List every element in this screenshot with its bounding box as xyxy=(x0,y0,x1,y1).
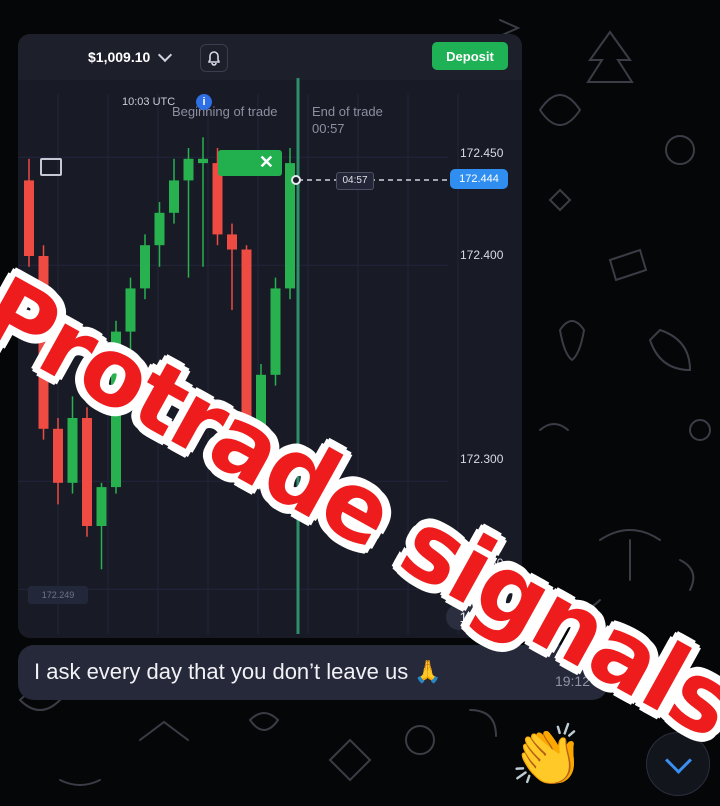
candle-body xyxy=(198,158,208,164)
info-icon[interactable]: i xyxy=(196,94,212,110)
candle-body xyxy=(183,158,194,181)
candle-body xyxy=(169,180,179,213)
candle-body xyxy=(96,487,107,526)
trade-countdown: 04:57 xyxy=(336,172,374,190)
end-of-trade-time: 00:57 xyxy=(312,121,345,136)
candle-body xyxy=(140,245,150,289)
briefcase-icon[interactable] xyxy=(40,158,62,176)
candle-body xyxy=(53,428,63,483)
current-price-badge: 172.444 xyxy=(450,169,508,189)
server-clock: 10:03 UTC xyxy=(122,96,176,108)
candle-body xyxy=(67,418,78,483)
candle-body xyxy=(270,288,281,375)
price-tick: 172.300 xyxy=(460,452,504,466)
message-text: I ask every day that you don’t leave us … xyxy=(34,659,442,684)
current-price-marker xyxy=(291,175,301,185)
candle-body xyxy=(154,212,165,246)
price-tick: 172.400 xyxy=(460,248,504,262)
candle-body xyxy=(227,234,237,250)
price-tick: 172.450 xyxy=(460,146,504,160)
min-price-label: 172.249 xyxy=(28,586,88,604)
candle-body xyxy=(82,418,92,526)
clapping-hands-emoji: 👏 xyxy=(510,722,585,789)
trade-close-tag[interactable]: ✕ xyxy=(218,150,282,176)
beginning-of-trade-label: Beginning of trade xyxy=(172,104,278,119)
candle-body xyxy=(24,180,34,256)
end-of-trade-label: End of trade xyxy=(312,104,383,119)
